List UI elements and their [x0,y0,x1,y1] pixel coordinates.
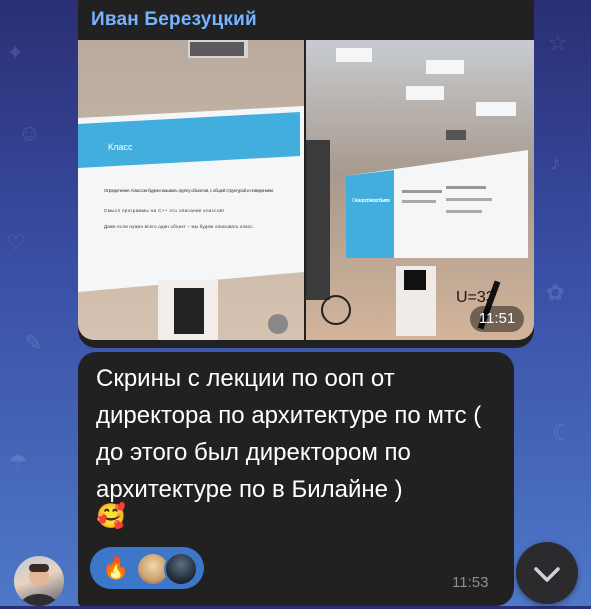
message-timestamp: 11:53 [452,574,489,591]
wallpaper-doodle: ♡ [6,230,26,255]
lecture-photo-1[interactable]: Класс Определение. Классом будем называт… [78,40,304,340]
wallpaper-doodle: ♪ [550,150,561,175]
wallpaper-doodle: ✿ [546,280,565,305]
wallpaper-doodle: ☾ [552,420,572,445]
wallpaper-doodle: ✦ [6,40,25,65]
slide-item: Определение. Классом будем называть груп… [104,187,274,193]
chevron-down-icon [534,567,560,582]
message-text: Скрины с лекции по ооп от директора по а… [96,365,482,503]
slide-title: Класс [108,142,133,152]
message-emoji: 🥰 [96,503,126,530]
scroll-down-button[interactable] [516,542,578,604]
slide-title: Очень простой класс объектов [352,197,390,204]
lecture-photo-2-image: Очень простой класс объектов U=33 [306,40,534,340]
slide-item: Даже если нужен всего один объект – мы б… [104,224,254,229]
wallpaper-doodle: ☂ [8,450,28,475]
wallpaper-doodle: ☆ [548,30,568,55]
lecture-photo-1-image: Класс Определение. Классом будем называт… [78,40,304,340]
wallpaper-doodle: ☺ [18,120,41,145]
reactor-avatar-2 [164,552,198,586]
sender-avatar[interactable] [14,556,64,606]
lecture-photo-2[interactable]: Очень простой класс объектов U=33 [306,40,534,340]
fire-reaction-icon: 🔥 [102,555,130,580]
sender-name[interactable]: Иван Березуцкий [91,9,257,31]
slide-item: Смысл программы на C++ это описание клас… [104,208,224,213]
photo-timestamp: 11:51 [470,306,524,332]
wallpaper-doodle: ✎ [24,330,43,355]
avatar-image [20,564,58,606]
